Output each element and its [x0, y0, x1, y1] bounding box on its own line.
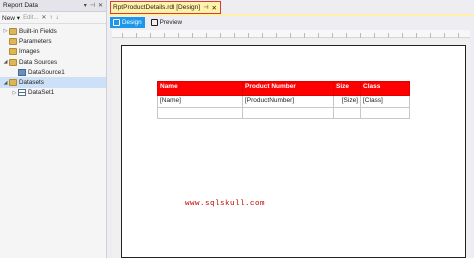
cell-empty[interactable]: [360, 107, 410, 119]
report-tablix[interactable]: Name Product Number Size Class [Name] [P…: [157, 81, 410, 119]
new-button[interactable]: New ▾: [2, 14, 20, 22]
ruler-tick: [248, 33, 249, 38]
ruler-tick: [192, 33, 193, 38]
designer-area: RptProductDetails.rdl [Design] ⊣ ✕ Desig…: [108, 0, 474, 258]
tree-item-label: Datasets: [19, 79, 44, 87]
expand-icon[interactable]: ◢: [2, 59, 9, 65]
close-tab-icon[interactable]: ✕: [212, 4, 217, 12]
tree-item-datasource1[interactable]: DataSource1: [0, 67, 106, 77]
cell-size[interactable]: [Size]: [333, 95, 361, 108]
cell-empty[interactable]: [242, 107, 334, 119]
header-class[interactable]: Class: [360, 81, 410, 96]
folder-icon: [9, 58, 17, 66]
expand-icon[interactable]: ◢: [2, 80, 9, 86]
document-tab-title: RptProductDetails.rdl [Design]: [113, 4, 201, 11]
preview-icon: [150, 19, 158, 26]
tab-preview-label: Preview: [159, 19, 183, 26]
tree-item-label: Parameters: [19, 37, 52, 45]
tree-item-label: DataSource1: [28, 68, 65, 76]
ruler-tick: [262, 33, 263, 38]
cell-empty[interactable]: [333, 107, 361, 119]
document-tab[interactable]: RptProductDetails.rdl [Design] ⊣ ✕: [110, 1, 221, 14]
dropdown-icon[interactable]: ▾: [84, 2, 87, 9]
expand-icon[interactable]: ▷: [11, 90, 18, 96]
table-detail-row: [Name] [ProductNumber] [Size] [Class]: [157, 95, 410, 108]
tree-item-parameters[interactable]: Parameters: [0, 36, 106, 46]
tree-item-dataset1[interactable]: ▷ DataSet1: [0, 88, 106, 98]
ruler-tick: [234, 33, 235, 38]
design-icon: [113, 19, 120, 26]
delete-icon[interactable]: ✕: [41, 14, 46, 21]
table-empty-row: [157, 107, 410, 119]
edit-button[interactable]: Edit...: [23, 15, 38, 21]
tab-design-label: Design: [122, 19, 142, 26]
table-icon: [18, 89, 26, 97]
move-down-icon[interactable]: ↓: [55, 15, 58, 21]
ruler-tick: [360, 33, 361, 38]
ruler-tick: [290, 33, 291, 38]
tree-item-datasets[interactable]: ◢ Datasets: [0, 77, 106, 88]
cell-product-number[interactable]: [ProductNumber]: [242, 95, 334, 108]
header-product-number[interactable]: Product Number: [242, 81, 334, 96]
report-data-title-bar: Report Data ▾ ⊣ ✕: [0, 0, 106, 12]
move-up-icon[interactable]: ↑: [49, 15, 52, 21]
ruler-tick: [136, 33, 137, 38]
tree-item-data-sources[interactable]: ◢ Data Sources: [0, 57, 106, 67]
datasource-icon: [18, 68, 26, 76]
header-size[interactable]: Size: [333, 81, 361, 96]
folder-icon: [9, 27, 17, 35]
tree-item-built-in-fields[interactable]: ▷ Built-in Fields: [0, 26, 106, 36]
report-page[interactable]: Name Product Number Size Class [Name] [P…: [121, 45, 466, 258]
tree-item-images[interactable]: Images: [0, 47, 106, 57]
cell-empty[interactable]: [157, 107, 243, 119]
tab-preview[interactable]: Preview: [148, 17, 185, 28]
folder-icon: [9, 48, 17, 56]
folder-icon: [9, 37, 17, 45]
tree-item-label: Data Sources: [19, 58, 58, 66]
header-name[interactable]: Name: [157, 81, 243, 96]
panel-controls: ▾ ⊣ ✕: [84, 2, 106, 9]
ruler-tick: [444, 33, 445, 38]
panel-title: Report Data: [3, 2, 39, 9]
ruler-tick: [332, 33, 333, 38]
ruler-tick: [402, 33, 403, 38]
tree-item-label: DataSet1: [28, 89, 55, 97]
ruler-tick: [150, 33, 151, 38]
report-data-tree: ▷ Built-in Fields Parameters Images ◢ Data So…: [0, 24, 106, 98]
tab-underline: [108, 14, 474, 16]
ruler-tick: [388, 33, 389, 38]
horizontal-ruler: [112, 30, 470, 38]
pin-icon[interactable]: ⊣: [90, 2, 95, 9]
folder-icon: [9, 79, 17, 87]
ruler-tick: [346, 33, 347, 38]
design-canvas: Name Product Number Size Class [Name] [P…: [112, 39, 470, 258]
tree-item-label: Built-in Fields: [19, 27, 57, 35]
ruler-tick: [276, 33, 277, 38]
ruler-tick: [416, 33, 417, 38]
ruler-tick: [458, 33, 459, 38]
watermark-text: www.sqlskull.com: [185, 200, 266, 208]
ruler-tick: [304, 33, 305, 38]
ruler-tick: [220, 33, 221, 38]
table-header-row: Name Product Number Size Class: [157, 81, 410, 96]
cell-class[interactable]: [Class]: [360, 95, 410, 108]
close-icon[interactable]: ✕: [98, 2, 103, 9]
ruler-tick: [318, 33, 319, 38]
expand-icon[interactable]: ▷: [2, 28, 9, 34]
tab-design[interactable]: Design: [110, 17, 145, 28]
ruler-tick: [178, 33, 179, 38]
tree-item-label: Images: [19, 48, 40, 56]
ruler-tick: [164, 33, 165, 38]
ruler-tick: [374, 33, 375, 38]
view-tabs: Design Preview: [110, 17, 185, 28]
ruler-tick: [122, 33, 123, 38]
ruler-tick: [430, 33, 431, 38]
pin-tab-icon[interactable]: ⊣: [203, 4, 208, 11]
report-data-panel: Report Data ▾ ⊣ ✕ New ▾ Edit... ✕ ↑ ↓ ▷ B…: [0, 0, 107, 258]
report-data-toolbar: New ▾ Edit... ✕ ↑ ↓: [0, 12, 106, 24]
cell-name[interactable]: [Name]: [157, 95, 243, 108]
ruler-tick: [206, 33, 207, 38]
